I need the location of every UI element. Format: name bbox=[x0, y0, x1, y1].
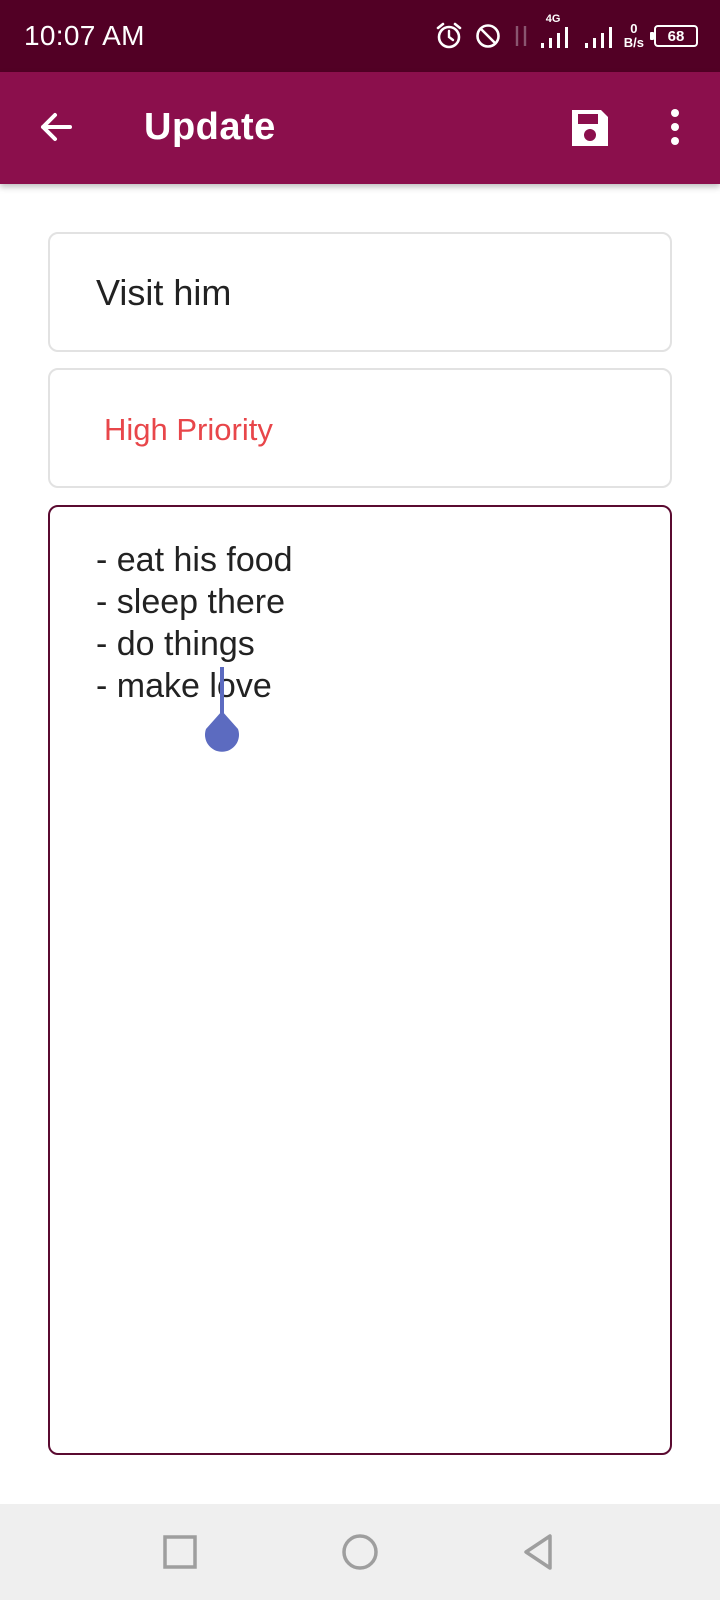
floppy-disk-icon[interactable] bbox=[568, 106, 612, 150]
battery-icon: 68 bbox=[650, 25, 698, 47]
status-bar: 10:07 AM 4G 0 B/s 68 bbox=[0, 0, 720, 72]
alarm-icon bbox=[436, 22, 462, 49]
description-line: - do things bbox=[96, 625, 255, 663]
data-arrows-icon bbox=[515, 26, 526, 46]
speed-unit: B/s bbox=[623, 35, 644, 50]
signal-strength-2-icon bbox=[584, 27, 612, 48]
app-bar: Update bbox=[0, 72, 720, 184]
signal-4g: 4G bbox=[540, 13, 574, 49]
square-icon[interactable] bbox=[158, 1530, 202, 1574]
more-vertical-icon[interactable] bbox=[660, 106, 690, 150]
cursor-handle-icon[interactable] bbox=[200, 707, 244, 763]
page-title: Update bbox=[144, 106, 276, 148]
network-speed: 0 B/s bbox=[624, 22, 644, 50]
description-line: - eat his food bbox=[96, 541, 293, 579]
status-icons: 4G 0 B/s 68 bbox=[434, 13, 698, 54]
description-line: - sleep there bbox=[96, 583, 285, 621]
speed-value: 0 bbox=[630, 21, 638, 36]
title-input[interactable]: Visit him bbox=[48, 232, 672, 352]
navigation-bar bbox=[0, 1504, 720, 1600]
do-not-disturb-icon bbox=[475, 24, 500, 48]
battery-level: 68 bbox=[667, 27, 685, 45]
arrow-left-icon[interactable] bbox=[34, 105, 78, 149]
title-value[interactable]: Visit him bbox=[96, 272, 231, 314]
description-line: - make love bbox=[96, 667, 272, 705]
network-type: 4G bbox=[545, 13, 561, 25]
description-text[interactable]: - eat his food - sleep there - do things… bbox=[96, 539, 293, 707]
status-time: 10:07 AM bbox=[24, 20, 145, 51]
priority-value[interactable]: High Priority bbox=[104, 412, 273, 448]
description-input[interactable]: - eat his food - sleep there - do things… bbox=[48, 505, 672, 1455]
triangle-back-icon[interactable] bbox=[518, 1530, 562, 1574]
circle-icon[interactable] bbox=[338, 1530, 382, 1574]
signal-strength-icon bbox=[540, 27, 568, 48]
priority-select[interactable]: High Priority bbox=[48, 368, 672, 488]
